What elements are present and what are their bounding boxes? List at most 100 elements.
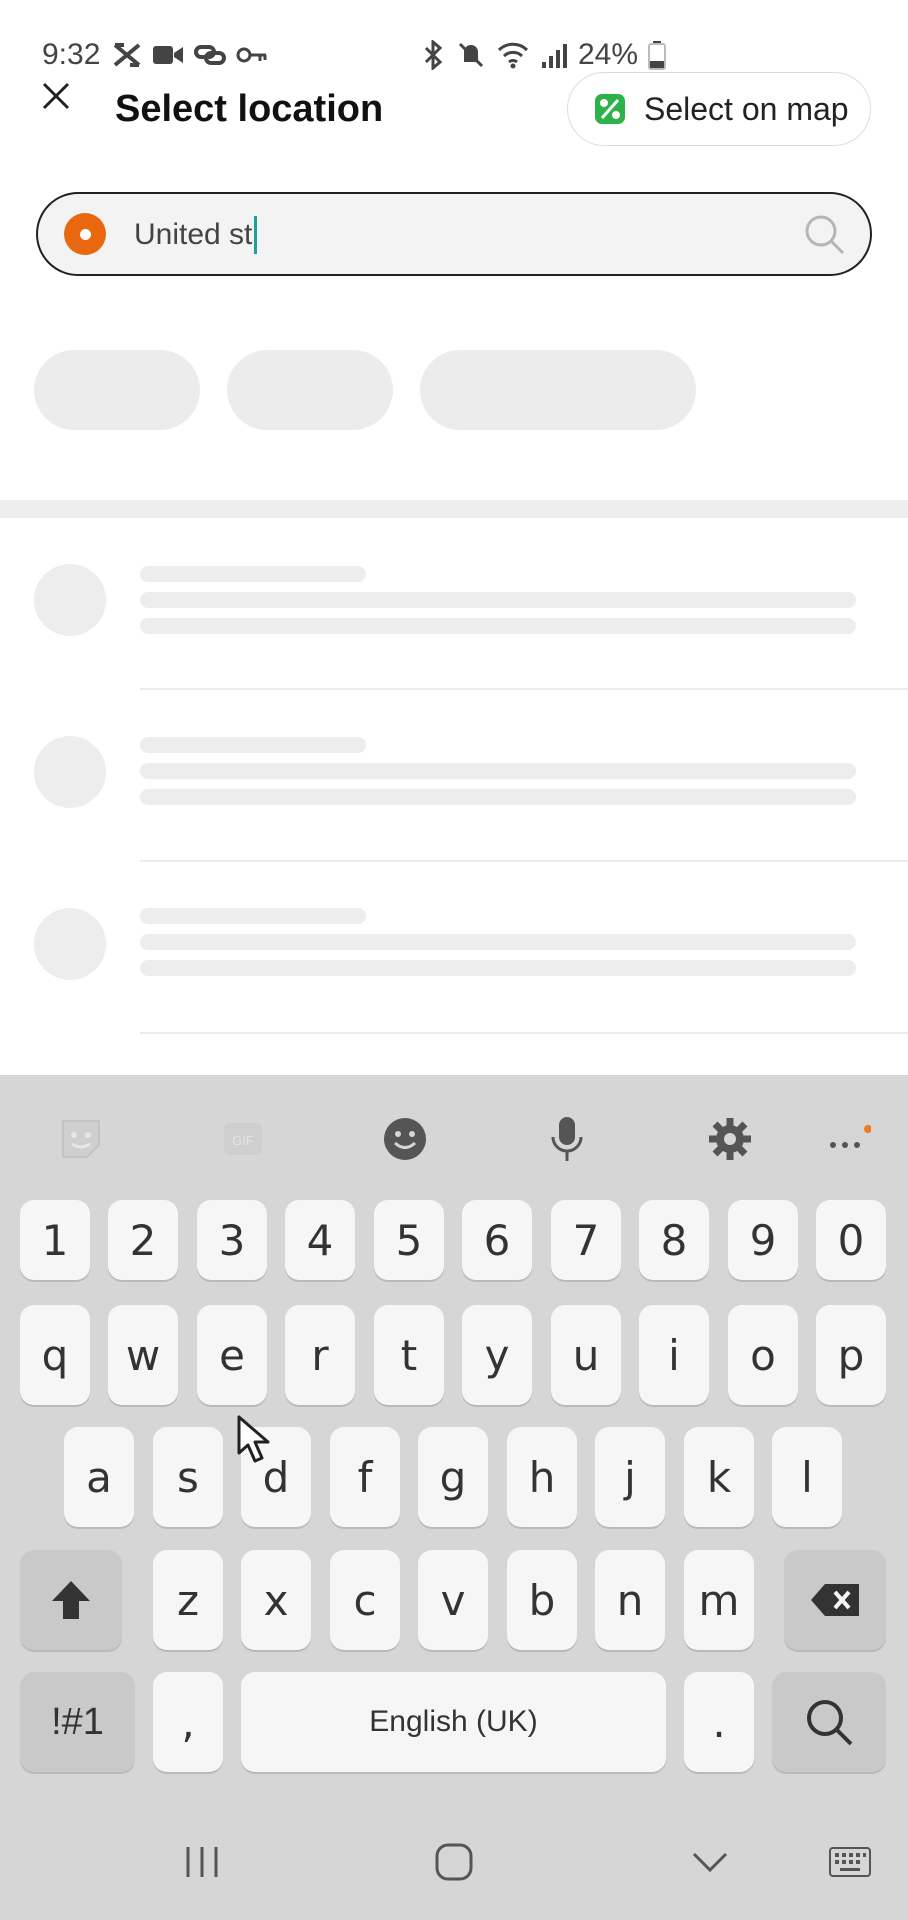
chevron-down-icon	[692, 1852, 728, 1873]
home-icon	[435, 1843, 473, 1881]
loading-line	[140, 763, 856, 779]
key-c[interactable]: c	[330, 1550, 400, 1650]
gif-icon[interactable]: GIF	[219, 1115, 267, 1163]
recent-apps-button[interactable]	[178, 1838, 226, 1886]
space-key[interactable]: English (UK)	[241, 1672, 666, 1772]
settings-gear-icon[interactable]	[706, 1115, 754, 1163]
keyboard-icon	[829, 1847, 871, 1877]
key-3[interactable]: 3	[197, 1200, 267, 1280]
key-icon	[236, 47, 267, 63]
list-separator	[140, 860, 908, 862]
key-f[interactable]: f	[330, 1427, 400, 1527]
mute-icon	[458, 42, 484, 68]
key-x[interactable]: x	[241, 1550, 311, 1650]
key-z[interactable]: z	[153, 1550, 223, 1650]
key-9[interactable]: 9	[728, 1200, 798, 1280]
search-icon[interactable]	[802, 212, 846, 256]
shift-arrow-icon	[52, 1581, 90, 1619]
comma-key[interactable]: ,	[153, 1672, 223, 1772]
more-options-icon[interactable]	[823, 1115, 871, 1163]
key-t[interactable]: t	[374, 1305, 444, 1405]
symbols-key[interactable]: !#1	[20, 1672, 135, 1772]
status-time: 9:32	[42, 38, 101, 71]
search-value: United st	[134, 218, 253, 251]
key-2[interactable]: 2	[108, 1200, 178, 1280]
key-r[interactable]: r	[285, 1305, 355, 1405]
key-u[interactable]: u	[551, 1305, 621, 1405]
bluetooth-icon	[424, 40, 443, 70]
key-b[interactable]: b	[507, 1550, 577, 1650]
key-v[interactable]: v	[418, 1550, 488, 1650]
sticker-icon[interactable]	[57, 1115, 105, 1163]
loading-chip	[420, 350, 696, 430]
loading-line	[140, 789, 856, 805]
loading-line	[140, 737, 366, 753]
key-e[interactable]: e	[197, 1305, 267, 1405]
battery-icon	[648, 41, 667, 70]
location-search-input[interactable]: United st	[36, 192, 872, 276]
microphone-icon[interactable]	[543, 1115, 591, 1163]
loading-avatar	[34, 736, 106, 808]
list-separator	[140, 1032, 908, 1034]
backspace-key[interactable]	[784, 1550, 886, 1650]
key-0[interactable]: 0	[816, 1200, 886, 1280]
key-h[interactable]: h	[507, 1427, 577, 1527]
shift-key[interactable]	[20, 1550, 122, 1650]
svg-text:GIF: GIF	[232, 1133, 254, 1148]
key-g[interactable]: g	[418, 1427, 488, 1527]
status-bar-right: 24%	[420, 38, 667, 72]
capcut-icon	[114, 43, 141, 67]
select-on-map-button[interactable]: Select on map	[567, 72, 871, 146]
key-w[interactable]: w	[108, 1305, 178, 1405]
key-7[interactable]: 7	[551, 1200, 621, 1280]
key-4[interactable]: 4	[285, 1200, 355, 1280]
loading-chip	[34, 350, 200, 430]
key-o[interactable]: o	[728, 1305, 798, 1405]
loading-line	[140, 934, 856, 950]
key-6[interactable]: 6	[462, 1200, 532, 1280]
loading-line	[140, 592, 856, 608]
period-key[interactable]: .	[684, 1672, 754, 1772]
mouse-pointer-icon	[237, 1415, 270, 1463]
close-icon	[42, 82, 70, 110]
search-text: United st	[134, 216, 258, 254]
signal-icon	[542, 44, 567, 68]
loading-avatar	[34, 564, 106, 636]
loading-line	[140, 908, 366, 924]
search-icon	[807, 1700, 853, 1746]
key-i[interactable]: i	[639, 1305, 709, 1405]
system-navigation-bar	[0, 1820, 908, 1920]
search-action-key[interactable]	[772, 1672, 886, 1772]
key-n[interactable]: n	[595, 1550, 665, 1650]
location-marker-icon	[64, 213, 106, 255]
loading-line	[140, 960, 856, 976]
loading-avatar	[34, 908, 106, 980]
battery-percent: 24%	[578, 38, 639, 71]
key-5[interactable]: 5	[374, 1200, 444, 1280]
key-k[interactable]: k	[684, 1427, 754, 1527]
key-q[interactable]: q	[20, 1305, 90, 1405]
close-button[interactable]	[34, 74, 78, 118]
keyboard-switch-button[interactable]	[826, 1838, 874, 1886]
keyboard-toolbar: GIF	[0, 1075, 908, 1200]
notification-icons	[112, 42, 268, 68]
list-separator	[140, 688, 908, 690]
emoji-icon[interactable]	[381, 1115, 429, 1163]
key-8[interactable]: 8	[639, 1200, 709, 1280]
key-j[interactable]: j	[595, 1427, 665, 1527]
key-s[interactable]: s	[153, 1427, 223, 1527]
loading-line	[140, 618, 856, 634]
link-icon	[194, 45, 227, 65]
loading-line	[140, 566, 366, 582]
key-y[interactable]: y	[462, 1305, 532, 1405]
key-1[interactable]: 1	[20, 1200, 90, 1280]
key-p[interactable]: p	[816, 1305, 886, 1405]
key-a[interactable]: a	[64, 1427, 134, 1527]
backspace-icon	[811, 1584, 859, 1616]
hide-keyboard-button[interactable]	[686, 1838, 734, 1886]
video-camera-icon	[153, 46, 184, 64]
key-m[interactable]: m	[684, 1550, 754, 1650]
home-button[interactable]	[430, 1838, 478, 1886]
key-l[interactable]: l	[772, 1427, 842, 1527]
text-cursor	[254, 216, 258, 254]
